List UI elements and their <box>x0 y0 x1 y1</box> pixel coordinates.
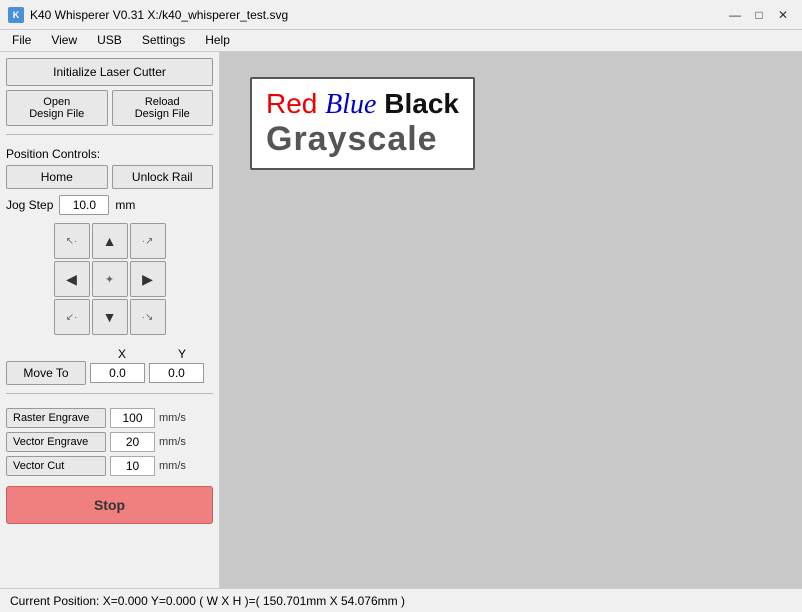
home-button[interactable]: Home <box>6 165 108 189</box>
initialize-button[interactable]: Initialize Laser Cutter <box>6 58 213 86</box>
position-controls-label: Position Controls: <box>6 147 213 161</box>
window-title: K40 Whisperer V0.31 X:/k40_whisperer_tes… <box>30 8 288 22</box>
unlock-rail-button[interactable]: Unlock Rail <box>112 165 214 189</box>
maximize-button[interactable]: □ <box>748 4 770 26</box>
vector-cut-input[interactable] <box>110 456 155 476</box>
menu-file[interactable]: File <box>4 32 39 49</box>
divider-2 <box>6 393 213 394</box>
menu-usb[interactable]: USB <box>89 32 130 49</box>
raster-engrave-unit: mm/s <box>159 412 186 424</box>
title-left: K K40 Whisperer V0.31 X:/k40_whisperer_t… <box>8 7 288 23</box>
title-bar: K K40 Whisperer V0.31 X:/k40_whisperer_t… <box>0 0 802 30</box>
jog-up-button[interactable]: ▲ <box>92 223 128 259</box>
move-to-section: X Y Move To <box>6 347 213 385</box>
design-preview: Red Blue Black Grayscale <box>250 77 475 170</box>
status-bar: Current Position: X=0.000 Y=0.000 ( W X … <box>0 588 802 612</box>
jog-center-button[interactable]: ✦ <box>92 261 128 297</box>
app-icon-label: K <box>13 10 20 20</box>
jog-left-button[interactable]: ◀ <box>54 261 90 297</box>
jog-dr-button[interactable]: ·↘ <box>130 299 166 335</box>
minimize-button[interactable]: — <box>724 4 746 26</box>
raster-engrave-button[interactable]: Raster Engrave <box>6 408 106 428</box>
jog-grid: ↖· ▲ ·↗ ◀ ✦ ▶ ↙· ▼ ·↘ <box>54 223 166 335</box>
menu-help[interactable]: Help <box>197 32 238 49</box>
jog-step-row: Jog Step mm <box>6 195 213 215</box>
divider-1 <box>6 134 213 135</box>
preview-blue-text: Blue <box>325 90 376 121</box>
close-button[interactable]: ✕ <box>772 4 794 26</box>
move-to-x-input[interactable] <box>90 363 145 383</box>
jog-dl-button[interactable]: ↙· <box>54 299 90 335</box>
vector-cut-row: Vector Cut mm/s <box>6 456 213 476</box>
vector-cut-unit: mm/s <box>159 460 186 472</box>
vector-engrave-unit: mm/s <box>159 436 186 448</box>
menu-bar: File View USB Settings Help <box>0 30 802 52</box>
jog-step-label: Jog Step <box>6 198 53 212</box>
preview-red-text: Red <box>266 89 317 120</box>
jog-right-button[interactable]: ▶ <box>130 261 166 297</box>
canvas-area: Red Blue Black Grayscale <box>220 52 802 588</box>
vector-cut-button[interactable]: Vector Cut <box>6 456 106 476</box>
x-label: X <box>92 347 152 361</box>
jog-step-input[interactable] <box>59 195 109 215</box>
preview-black-text: Black <box>384 89 459 120</box>
preview-line1: Red Blue Black <box>266 89 459 121</box>
speed-section: Raster Engrave mm/s Vector Engrave mm/s … <box>6 408 213 476</box>
jog-ul-button[interactable]: ↖· <box>54 223 90 259</box>
app-icon: K <box>8 7 24 23</box>
reload-design-file-button[interactable]: Reload Design File <box>112 90 214 126</box>
left-panel: Initialize Laser Cutter Open Design File… <box>0 52 220 588</box>
open-design-file-button[interactable]: Open Design File <box>6 90 108 126</box>
preview-line2: Grayscale <box>266 121 459 158</box>
window-controls: — □ ✕ <box>724 4 794 26</box>
vector-engrave-input[interactable] <box>110 432 155 452</box>
status-text: Current Position: X=0.000 Y=0.000 ( W X … <box>10 594 405 608</box>
menu-view[interactable]: View <box>43 32 85 49</box>
jog-down-button[interactable]: ▼ <box>92 299 128 335</box>
main-area: Initialize Laser Cutter Open Design File… <box>0 52 802 588</box>
move-to-button[interactable]: Move To <box>6 361 86 385</box>
stop-button[interactable]: Stop <box>6 486 213 524</box>
move-to-y-input[interactable] <box>149 363 204 383</box>
jog-step-unit: mm <box>115 198 135 212</box>
y-label: Y <box>152 347 212 361</box>
jog-ur-button[interactable]: ·↗ <box>130 223 166 259</box>
raster-engrave-input[interactable] <box>110 408 155 428</box>
home-unlock-row: Home Unlock Rail <box>6 165 213 189</box>
menu-settings[interactable]: Settings <box>134 32 193 49</box>
vector-engrave-button[interactable]: Vector Engrave <box>6 432 106 452</box>
raster-engrave-row: Raster Engrave mm/s <box>6 408 213 428</box>
design-file-row: Open Design File Reload Design File <box>6 90 213 126</box>
vector-engrave-row: Vector Engrave mm/s <box>6 432 213 452</box>
